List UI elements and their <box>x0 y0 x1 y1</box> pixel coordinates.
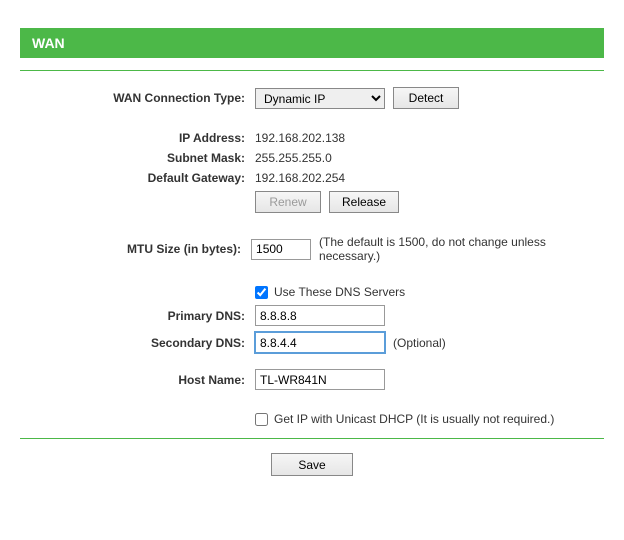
hint-mtu: (The default is 1500, do not change unle… <box>319 235 604 263</box>
row-primary-dns: Primary DNS: <box>20 305 604 326</box>
label-connection-type: WAN Connection Type: <box>20 91 255 105</box>
primary-dns-input[interactable] <box>255 305 385 326</box>
value-default-gateway: 192.168.202.254 <box>255 171 345 185</box>
value-ip-address: 192.168.202.138 <box>255 131 345 145</box>
row-secondary-dns: Secondary DNS: (Optional) <box>20 332 604 353</box>
row-subnet-mask: Subnet Mask: 255.255.255.0 <box>20 151 604 165</box>
secondary-dns-input[interactable] <box>255 332 385 353</box>
divider-bottom <box>20 438 604 439</box>
label-secondary-dns: Secondary DNS: <box>20 336 255 350</box>
mtu-input[interactable] <box>251 239 311 260</box>
release-button[interactable]: Release <box>329 191 399 213</box>
value-subnet-mask: 255.255.255.0 <box>255 151 332 165</box>
row-save: Save <box>0 453 624 476</box>
row-host-name: Host Name: <box>20 369 604 390</box>
hint-secondary-dns: (Optional) <box>393 336 446 350</box>
use-dns-label: Use These DNS Servers <box>274 285 405 299</box>
label-mtu: MTU Size (in bytes): <box>20 242 251 256</box>
renew-button[interactable]: Renew <box>255 191 321 213</box>
unicast-checkbox[interactable] <box>255 413 268 426</box>
host-name-input[interactable] <box>255 369 385 390</box>
save-button[interactable]: Save <box>271 453 352 476</box>
page-header: WAN <box>20 28 604 58</box>
label-ip-address: IP Address: <box>20 131 255 145</box>
label-default-gateway: Default Gateway: <box>20 171 255 185</box>
label-primary-dns: Primary DNS: <box>20 309 255 323</box>
wan-form: WAN Connection Type: Dynamic IP Detect I… <box>20 87 604 426</box>
row-renew-release: Renew Release <box>20 191 604 213</box>
detect-button[interactable]: Detect <box>393 87 459 109</box>
connection-type-select[interactable]: Dynamic IP <box>255 88 385 109</box>
use-dns-checkbox[interactable] <box>255 286 268 299</box>
row-mtu: MTU Size (in bytes): (The default is 150… <box>20 235 604 263</box>
row-use-dns: Use These DNS Servers <box>20 285 604 299</box>
row-ip-address: IP Address: 192.168.202.138 <box>20 131 604 145</box>
divider-top <box>20 70 604 71</box>
row-connection-type: WAN Connection Type: Dynamic IP Detect <box>20 87 604 109</box>
row-unicast: Get IP with Unicast DHCP (It is usually … <box>20 412 604 426</box>
page-title: WAN <box>32 35 65 51</box>
row-default-gateway: Default Gateway: 192.168.202.254 <box>20 171 604 185</box>
label-subnet-mask: Subnet Mask: <box>20 151 255 165</box>
label-host-name: Host Name: <box>20 373 255 387</box>
unicast-label: Get IP with Unicast DHCP (It is usually … <box>274 412 554 426</box>
